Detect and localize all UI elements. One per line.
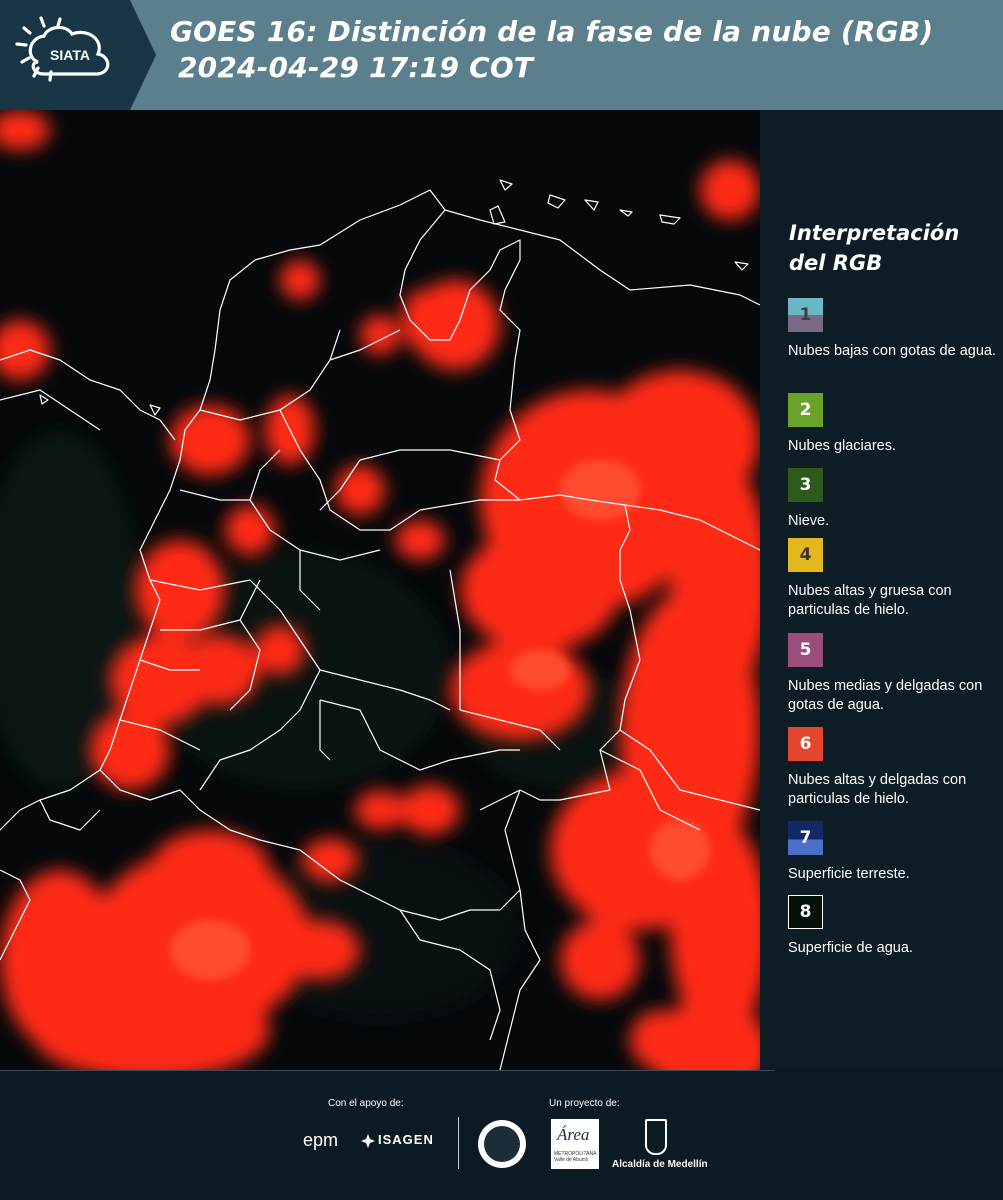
page-title: GOES 16: Distinción de la fase de la nub…: [170, 14, 933, 86]
legend-swatch-8: 8: [788, 895, 823, 929]
legend-label-6: Nubes altas y delgadas con particulas de…: [788, 772, 967, 807]
logo-arrow: [130, 0, 156, 110]
legend-label-4: Nubes altas y gruesa con particulas de h…: [788, 583, 952, 618]
legend-label-2: Nubes glaciares.: [788, 438, 896, 454]
footer-vertical-divider: [458, 1117, 459, 1169]
isagen-logo: ISAGEN: [378, 1132, 434, 1147]
legend-item-4: 4 Nubes altas y gruesa con particulas de…: [788, 538, 998, 620]
legend-item-2: 2 Nubes glaciares.: [788, 393, 998, 456]
siata-seal-logo: [478, 1120, 526, 1168]
legend-panel: Interpretación del RGB 1 Nubes bajas con…: [760, 110, 1003, 1070]
legend-item-1: 1 Nubes bajas con gotas de agua.: [788, 298, 998, 361]
legend-item-8: 8 Superficie de agua.: [788, 895, 998, 958]
legend-label-5: Nubes medias y delgadas con gotas de agu…: [788, 678, 983, 713]
legend-swatch-1: 1: [788, 298, 823, 332]
legend-label-1: Nubes bajas con gotas de agua.: [788, 343, 996, 359]
legend-swatch-4: 4: [788, 538, 823, 572]
legend-swatch-7: 7: [788, 821, 823, 855]
legend-title: Interpretación del RGB: [789, 221, 960, 275]
medellin-label: Alcaldía de Medellín: [612, 1159, 708, 1170]
legend-swatch-6: 6: [788, 727, 823, 761]
epm-logo: epm: [303, 1130, 339, 1150]
siata-logo: SIATA: [0, 0, 130, 110]
legend-label-3: Nieve.: [788, 513, 830, 529]
title-line-1: GOES 16: Distinción de la fase de la nub…: [170, 15, 934, 48]
support-label: Con el apoyo de:: [328, 1098, 404, 1109]
area-metropolitana-logo: Área METROPOLITANA Valle de Aburrá: [551, 1119, 599, 1169]
footer: Con el apoyo de: Un proyecto de: epm ISA…: [0, 1070, 1003, 1200]
header: SIATA GOES 16: Distinción de la fase de …: [0, 0, 1003, 110]
legend-item-5: 5 Nubes medias y delgadas con gotas de a…: [788, 633, 998, 715]
satellite-map: [0, 110, 760, 1070]
legend-label-8: Superficie de agua.: [788, 940, 913, 956]
rgb-cloud-phase-map: [0, 110, 760, 1070]
isagen-icon: [361, 1134, 375, 1148]
sun-cloud-icon: SIATA: [15, 16, 110, 82]
siata-logo-text: SIATA: [50, 47, 90, 63]
legend-label-7: Superficie terreste.: [788, 866, 910, 882]
legend-swatch-2: 2: [788, 393, 823, 427]
legend-item-7: 7 Superficie terreste.: [788, 821, 998, 884]
legend-swatch-5: 5: [788, 633, 823, 667]
legend-item-3: 3 Nieve.: [788, 468, 998, 531]
seal-emblem-icon: [484, 1126, 520, 1162]
project-label: Un proyecto de:: [549, 1098, 620, 1109]
footer-divider-line: [0, 1070, 775, 1071]
area-logo-subtext: METROPOLITANA Valle de Aburrá: [554, 1151, 597, 1163]
legend-swatch-3: 3: [788, 468, 823, 502]
area-logo-text: Área: [557, 1125, 590, 1144]
medellin-shield-icon: [645, 1119, 667, 1155]
legend-item-6: 6 Nubes altas y delgadas con particulas …: [788, 727, 998, 809]
title-line-2: 2024-04-29 17:19 COT: [178, 51, 534, 84]
